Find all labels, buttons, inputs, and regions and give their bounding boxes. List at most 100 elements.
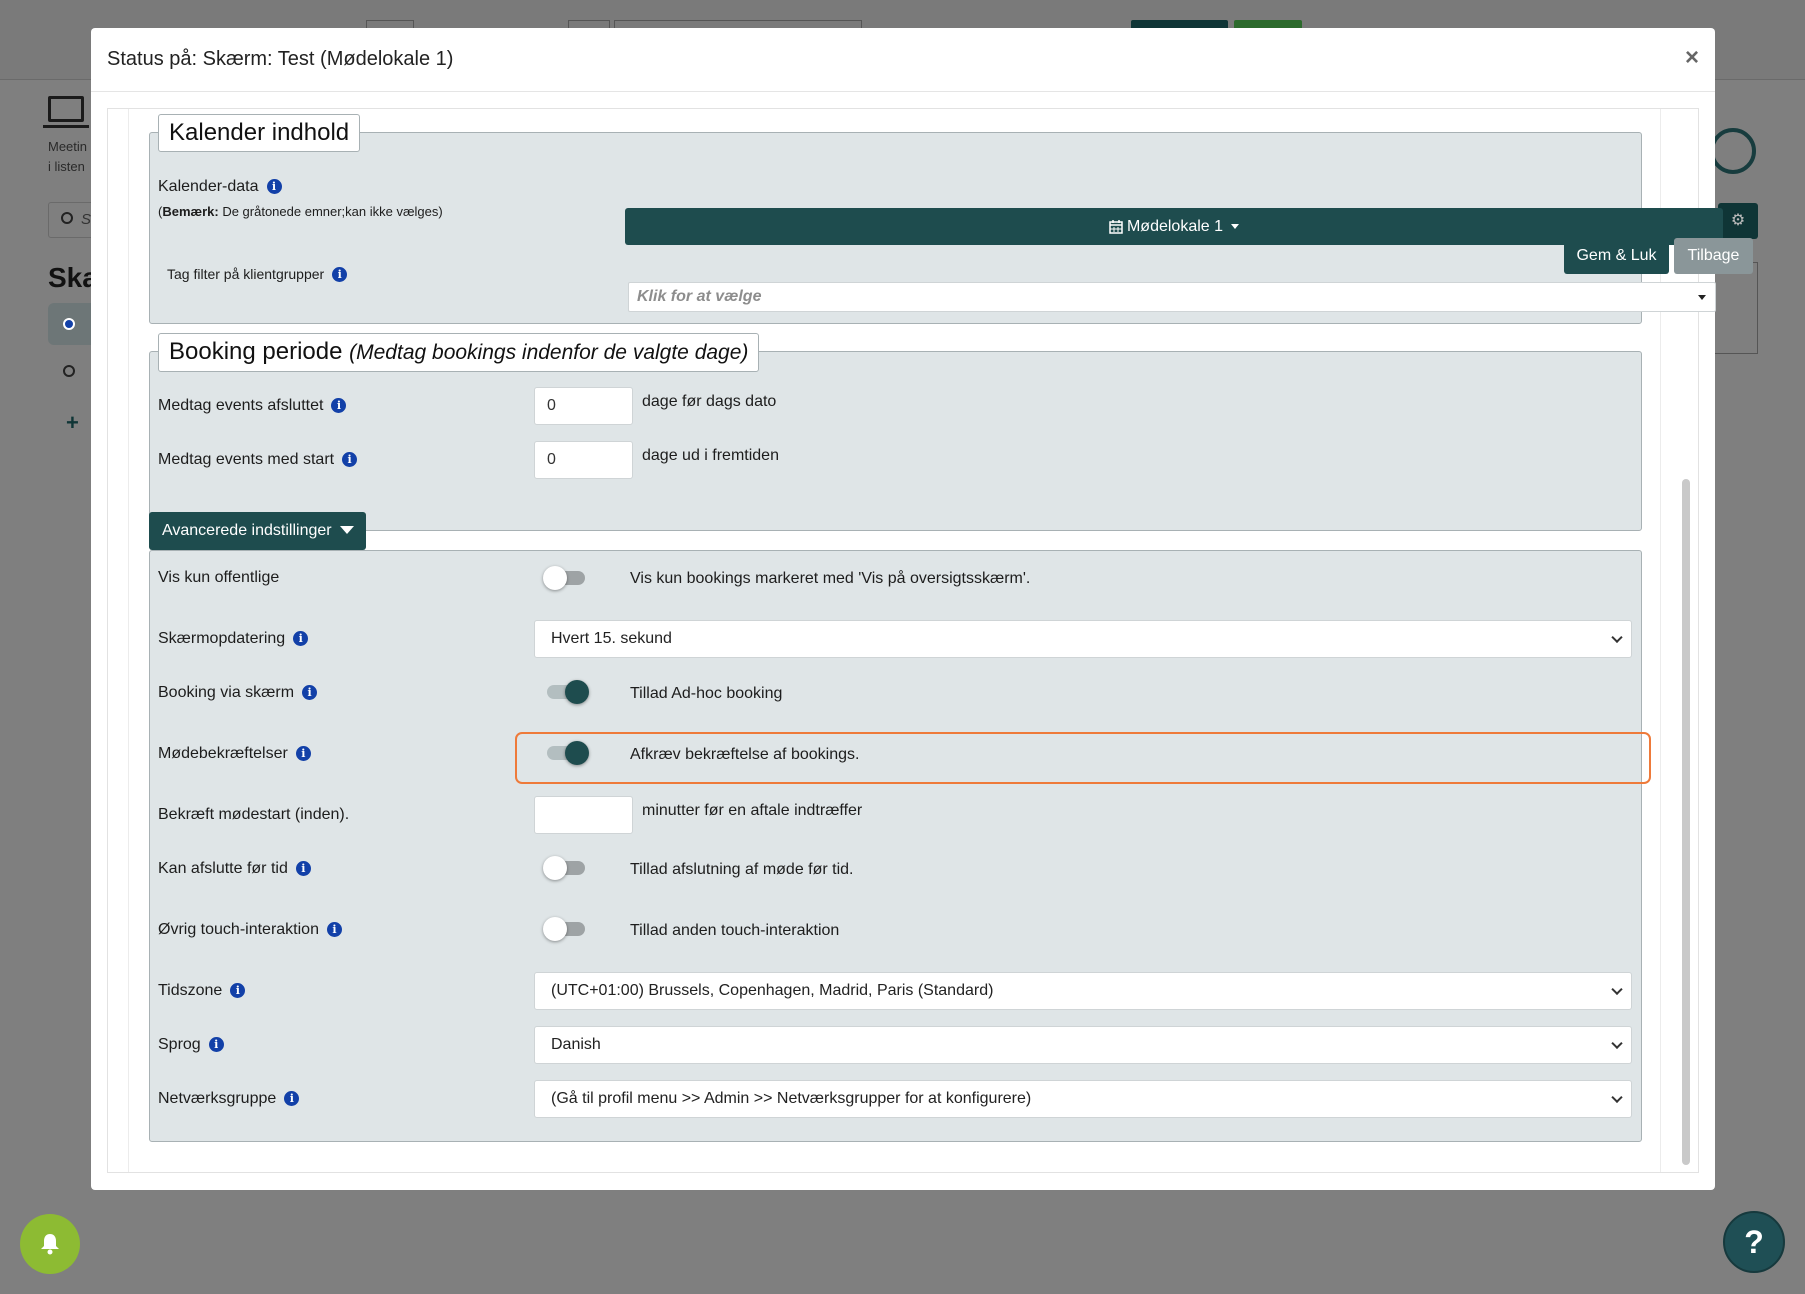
status-modal: Status på: Skærm: Test (Mødelokale 1) × … xyxy=(91,28,1753,1190)
notification-bell-button[interactable] xyxy=(20,1214,80,1274)
booking-via-screen-label-text: Booking via skærm xyxy=(158,684,295,701)
note-bold: Bemærk: xyxy=(162,204,219,219)
network-group-label-text: Netværksgruppe xyxy=(158,1090,277,1107)
save-close-button[interactable]: Gem & Luk xyxy=(1564,238,1669,274)
tag-filter-label: Tag filter på klientgrupper i xyxy=(167,266,348,282)
meeting-confirm-text: Afkræv bekræftelse af bookings. xyxy=(630,746,860,763)
radio-icon xyxy=(63,365,75,377)
refresh-label: Skærmopdatering i xyxy=(158,630,309,648)
background-small-text: i listen xyxy=(48,159,85,174)
chevron-down-icon xyxy=(1611,1037,1623,1050)
gear-icon: ⚙ xyxy=(1718,203,1758,239)
calendar-select-button[interactable]: Mødelokale 1 xyxy=(625,208,1723,245)
booking-period-legend-italic: (Medtag bookings indenfor de valgte dage… xyxy=(349,341,749,364)
info-icon[interactable]: i xyxy=(295,861,311,876)
modal-header: Status på: Skærm: Test (Mødelokale 1) × xyxy=(91,28,1715,92)
events-start-suffix: dage ud i fremtiden xyxy=(642,447,779,464)
language-select[interactable]: Danish xyxy=(534,1026,1632,1064)
modal-title: Status på: Skærm: Test (Mødelokale 1) xyxy=(107,48,454,70)
info-icon[interactable]: i xyxy=(342,452,358,467)
end-early-label-text: Kan afslutte før tid xyxy=(158,860,288,877)
booking-via-screen-text: Tillad Ad-hoc booking xyxy=(630,685,783,702)
end-early-label: Kan afslutte før tid i xyxy=(158,860,311,878)
events-start-input[interactable]: 0 xyxy=(534,441,633,479)
info-icon[interactable]: i xyxy=(284,1091,300,1106)
info-icon[interactable]: i xyxy=(326,922,342,937)
network-group-select-value: (Gå til profil menu >> Admin >> Netværks… xyxy=(551,1090,1032,1107)
timezone-select-value: (UTC+01:00) Brussels, Copenhagen, Madrid… xyxy=(551,982,994,999)
booking-via-screen-label: Booking via skærm i xyxy=(158,684,318,702)
toggle-knob xyxy=(565,680,589,704)
background-right-panel xyxy=(1712,262,1758,354)
meeting-confirm-label-text: Mødebekræftelser xyxy=(158,745,288,762)
info-icon[interactable]: i xyxy=(208,1037,224,1052)
calendar-note: (Bemærk: De gråtonede emner;kan ikke væl… xyxy=(158,204,443,219)
booking-period-section xyxy=(149,351,1642,531)
touch-toggle[interactable] xyxy=(543,915,589,943)
timezone-label: Tidszone i xyxy=(158,982,246,1000)
language-label: Sprog i xyxy=(158,1036,224,1054)
search-icon xyxy=(61,212,73,224)
tag-filter-placeholder: Klik for at vælge xyxy=(637,288,762,305)
back-button[interactable]: Tilbage xyxy=(1674,238,1753,274)
timezone-label-text: Tidszone xyxy=(158,982,223,999)
plus-icon: + xyxy=(66,410,79,435)
caret-down-icon xyxy=(339,526,354,534)
network-group-select[interactable]: (Gå til profil menu >> Admin >> Netværks… xyxy=(534,1080,1632,1118)
toggle-knob xyxy=(565,741,589,765)
chevron-down-icon xyxy=(1611,631,1623,644)
events-ended-input[interactable]: 0 xyxy=(534,387,633,425)
chevron-down-icon xyxy=(1611,983,1623,996)
language-label-text: Sprog xyxy=(158,1036,201,1053)
booking-via-screen-toggle[interactable] xyxy=(543,678,589,706)
advanced-settings-button[interactable]: Avancerede indstillinger xyxy=(149,512,366,550)
scrollbar[interactable] xyxy=(1682,479,1690,1165)
toggle-knob xyxy=(543,566,567,590)
booking-period-legend-main: Booking periode xyxy=(169,338,343,365)
toggle-knob xyxy=(543,917,567,941)
calendar-select-label: Mødelokale 1 xyxy=(1126,217,1224,235)
calendar-section-legend: Kalender indhold xyxy=(158,114,361,152)
touch-text: Tillad anden touch-interaktion xyxy=(630,922,840,939)
calendar-data-label: Kalender-data i xyxy=(158,178,282,196)
toggle-knob xyxy=(543,856,567,880)
touch-label-text: Øvrig touch-interaktion xyxy=(158,921,319,938)
close-button[interactable]: × xyxy=(1685,44,1699,72)
info-icon[interactable]: i xyxy=(230,983,246,998)
meeting-confirm-toggle[interactable] xyxy=(543,739,589,767)
info-icon[interactable]: i xyxy=(295,746,311,761)
events-ended-suffix: dage før dags dato xyxy=(642,393,777,410)
info-icon[interactable]: i xyxy=(302,685,318,700)
timezone-select[interactable]: (UTC+01:00) Brussels, Copenhagen, Madrid… xyxy=(534,972,1632,1010)
bell-icon xyxy=(41,1234,59,1255)
calendar-icon xyxy=(1109,219,1123,234)
help-button[interactable]: ? xyxy=(1723,1211,1785,1273)
confirm-start-label: Bekræft mødestart (inden). xyxy=(158,806,350,823)
caret-down-icon xyxy=(1231,224,1240,229)
public-only-label: Vis kun offentlige xyxy=(158,569,280,586)
info-icon[interactable]: i xyxy=(293,631,309,646)
language-select-value: Danish xyxy=(551,1036,601,1053)
advanced-settings-label: Avancerede indstillinger xyxy=(162,522,332,539)
refresh-select[interactable]: Hvert 15. sekund xyxy=(534,620,1632,658)
radio-icon xyxy=(63,318,75,330)
caret-down-icon xyxy=(1698,295,1706,300)
info-icon[interactable]: i xyxy=(332,267,348,282)
confirm-start-suffix: minutter før en aftale indtræffer xyxy=(642,802,863,819)
background-small-text: Meetin xyxy=(48,139,88,154)
public-only-toggle[interactable] xyxy=(543,564,589,592)
public-only-text: Vis kun bookings markeret med 'Vis på ov… xyxy=(630,570,1031,587)
touch-label: Øvrig touch-interaktion i xyxy=(158,921,342,939)
events-ended-label: Medtag events afsluttet i xyxy=(158,397,347,415)
end-early-toggle[interactable] xyxy=(543,854,589,882)
chevron-down-icon xyxy=(1611,1091,1623,1104)
book-icon xyxy=(1710,128,1756,174)
tag-filter-label-text: Tag filter på klientgrupper xyxy=(167,266,325,282)
info-icon[interactable]: i xyxy=(331,398,347,413)
refresh-select-value: Hvert 15. sekund xyxy=(551,630,672,647)
info-icon[interactable]: i xyxy=(266,179,282,194)
events-start-label-text: Medtag events med start xyxy=(158,451,335,468)
tag-filter-select[interactable]: Klik for at vælge xyxy=(628,282,1716,312)
meeting-confirm-label: Mødebekræftelser i xyxy=(158,745,311,763)
confirm-start-input[interactable] xyxy=(534,796,633,834)
